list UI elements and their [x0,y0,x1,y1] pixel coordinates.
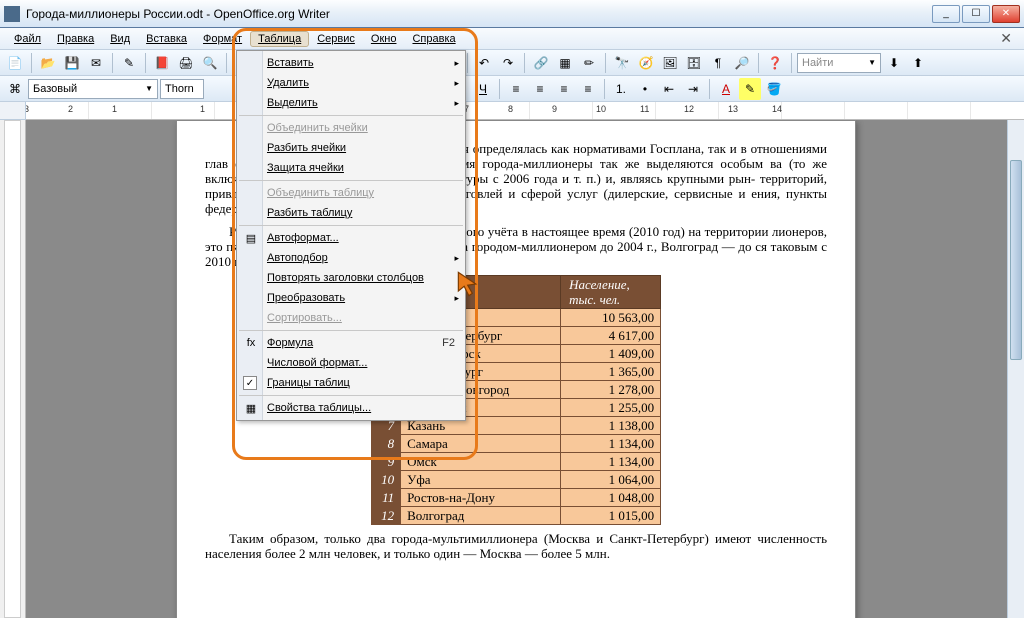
vertical-ruler[interactable] [0,120,26,618]
doc-close-icon[interactable]: ✕ [994,30,1018,47]
close-button[interactable]: ✕ [992,5,1020,23]
hyperlink-button[interactable]: 🔗 [530,52,552,74]
document-area[interactable]: ния определялась как нормативами Госплан… [26,120,1024,618]
menu-item-выделить[interactable]: Выделить▸ [237,93,465,113]
menu-item-свойства-таблицы-[interactable]: ▦Свойства таблицы... [237,398,465,418]
datasource-button[interactable]: 🗄 [683,52,705,74]
menu-item-удалить[interactable]: Удалить▸ [237,73,465,93]
formatting-toolbar: ⌘ Базовый▼ Thorn Ж К Ч ≡ ≡ ≡ ≡ 1. • ⇤ ⇥ … [0,76,1024,102]
redo-button[interactable]: ↷ [497,52,519,74]
menu-file[interactable]: Файл [6,31,49,47]
preview-button[interactable]: 🔍 [199,52,221,74]
menu-item-объединить-таблицу: Объединить таблицу [237,183,465,203]
mail-button[interactable]: ✉ [85,52,107,74]
table-props-icon: ▦ [243,400,259,416]
highlight-button[interactable]: ✎ [739,78,761,100]
menu-window[interactable]: Окно [363,31,405,47]
menu-insert[interactable]: Вставка [138,31,195,47]
menu-item-числовой-формат-[interactable]: Числовой формат... [237,353,465,373]
new-doc-button[interactable]: 📄 [4,52,26,74]
formula-icon: fx [243,335,259,351]
table-row[interactable]: 9Омск1 134,00 [371,453,660,471]
menu-item-защита-ячейки[interactable]: Защита ячейки [237,158,465,178]
undo-button[interactable]: ↶ [473,52,495,74]
font-color-button[interactable]: A [715,78,737,100]
submenu-arrow-icon: ▸ [454,98,459,109]
paragraph-style-combo[interactable]: Базовый▼ [28,79,158,99]
maximize-button[interactable]: ☐ [962,5,990,23]
autoformat-icon: ▤ [243,230,259,246]
table-row[interactable]: 12Волгоград1 015,00 [371,507,660,525]
menu-format[interactable]: Формат [195,31,250,47]
table-row[interactable]: 10Уфа1 064,00 [371,471,660,489]
save-button[interactable]: 💾 [61,52,83,74]
standard-toolbar: 📄 📂 💾 ✉ ✎ 📕 🖨 🔍 ↶ ↷ 🔗 ▦ ✏ 🔭 🧭 🖼 🗄 ¶ 🔎 ❓ … [0,50,1024,76]
menu-item-разбить-ячейки[interactable]: Разбить ячейки [237,138,465,158]
align-center-button[interactable]: ≡ [529,78,551,100]
print-button[interactable]: 🖨 [175,52,197,74]
menu-item-разбить-таблицу[interactable]: Разбить таблицу [237,203,465,223]
find-prev-button[interactable]: ⬆ [907,52,929,74]
find-next-button[interactable]: ⬇ [883,52,905,74]
horizontal-ruler[interactable]: 6543211234567891011121314 [26,102,1024,120]
menu-help[interactable]: Справка [404,31,463,47]
font-name-combo[interactable]: Thorn [160,79,204,99]
submenu-arrow-icon: ▸ [454,58,459,69]
menu-item-формула[interactable]: fxФормулаF2 [237,333,465,353]
find-button[interactable]: 🔭 [611,52,633,74]
menu-tools[interactable]: Сервис [309,31,363,47]
open-button[interactable]: 📂 [37,52,59,74]
bulleted-list-button[interactable]: • [634,78,656,100]
window-title: Города-миллионеры России.odt - OpenOffic… [26,7,932,21]
table-row[interactable]: 8Самара1 134,00 [371,435,660,453]
app-icon [4,6,20,22]
ruler-corner [0,102,26,119]
menu-view[interactable]: Вид [102,31,138,47]
th-pop: Население, тыс. чел. [561,276,661,309]
table-row[interactable]: 11Ростов-на-Дону1 048,00 [371,489,660,507]
menu-table[interactable]: Таблица [250,31,309,47]
styles-button[interactable]: ⌘ [4,78,26,100]
draw-button[interactable]: ✏ [578,52,600,74]
menu-edit[interactable]: Правка [49,31,102,47]
menu-item-границы-таблиц[interactable]: ✓Границы таблиц [237,373,465,393]
align-left-button[interactable]: ≡ [505,78,527,100]
menu-item-вставить[interactable]: Вставить▸ [237,53,465,73]
decrease-indent-button[interactable]: ⇤ [658,78,680,100]
search-input[interactable]: Найти ▼ [797,53,881,73]
table-menu-dropdown: Вставить▸Удалить▸Выделить▸ Объединить яче… [236,50,466,421]
navigator-button[interactable]: 🧭 [635,52,657,74]
underline-button[interactable]: Ч [472,78,494,100]
submenu-arrow-icon: ▸ [454,78,459,89]
check-icon: ✓ [243,376,257,390]
background-color-button[interactable]: 🪣 [763,78,785,100]
gallery-button[interactable]: 🖼 [659,52,681,74]
chevron-down-icon: ▼ [145,84,153,93]
menu-item-автоформат-[interactable]: ▤Автоформат... [237,228,465,248]
menu-item-повторять-заголовки-столбцов[interactable]: Повторять заголовки столбцов [237,268,465,288]
menubar: Файл Правка Вид Вставка Формат Таблица С… [0,28,1024,50]
numbered-list-button[interactable]: 1. [610,78,632,100]
menu-item-сортировать-: Сортировать... [237,308,465,328]
vertical-scrollbar[interactable] [1007,120,1024,618]
scroll-thumb[interactable] [1010,160,1022,360]
minimize-button[interactable]: _ [932,5,960,23]
pdf-button[interactable]: 📕 [151,52,173,74]
menu-item-автоподбор[interactable]: Автоподбор▸ [237,248,465,268]
increase-indent-button[interactable]: ⇥ [682,78,704,100]
cursor-icon [456,270,484,298]
help-button[interactable]: ❓ [764,52,786,74]
titlebar: Города-миллионеры России.odt - OpenOffic… [0,0,1024,28]
zoom-button[interactable]: 🔎 [731,52,753,74]
align-right-button[interactable]: ≡ [553,78,575,100]
menu-item-объединить-ячейки: Объединить ячейки [237,118,465,138]
chevron-down-icon: ▼ [868,58,876,67]
menu-item-преобразовать[interactable]: Преобразовать▸ [237,288,465,308]
submenu-arrow-icon: ▸ [454,253,459,264]
nonprinting-button[interactable]: ¶ [707,52,729,74]
table-button[interactable]: ▦ [554,52,576,74]
edit-button[interactable]: ✎ [118,52,140,74]
align-justify-button[interactable]: ≡ [577,78,599,100]
